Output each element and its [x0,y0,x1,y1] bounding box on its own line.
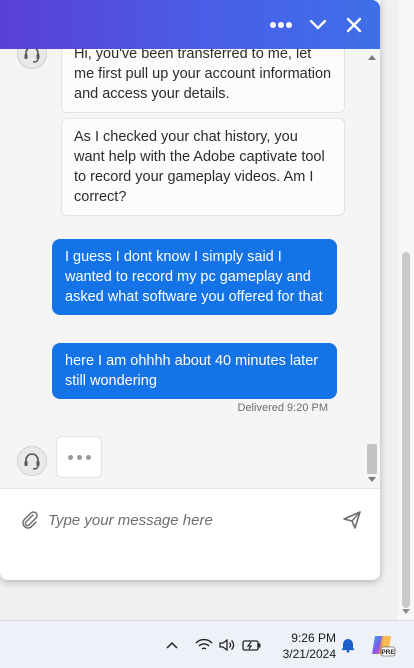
attach-button[interactable] [18,509,40,531]
minimize-button[interactable] [303,10,333,40]
close-button[interactable] [339,10,369,40]
agent-message: As I checked your chat history, you want… [61,118,345,216]
user-message: here I am ohhhh about 40 minutes later s… [52,343,337,399]
chat-widget: Hi, you've been transferred to me, let m… [0,0,380,580]
headset-icon [24,453,40,470]
volume-button[interactable] [217,635,237,655]
scroll-down-arrow[interactable] [368,477,376,482]
chevron-down-icon [309,19,327,30]
typing-dot [67,454,73,460]
typing-indicator [56,436,102,478]
message-input[interactable] [48,507,328,533]
clock-date: 3/21/2024 [282,647,336,661]
page-scrollbar-thumb[interactable] [402,252,410,608]
delivery-status: Delivered 9:20 PM [237,402,329,414]
chat-header [0,0,380,49]
agent-message: Hi, you've been transferred to me, let m… [61,49,345,113]
page-scroll-down-arrow[interactable] [402,609,410,614]
show-hidden-icons-button[interactable] [162,635,182,655]
more-icon [270,22,292,28]
typing-dot [76,454,82,460]
battery-icon [242,640,261,651]
message-scrollbar[interactable] [364,49,380,488]
scroll-up-arrow[interactable] [368,55,376,60]
paperclip-icon [22,511,38,529]
more-options-button[interactable] [266,10,296,40]
copilot-icon: PRE [372,636,395,657]
clock-time: 9:26 PM [291,631,336,645]
headset-icon [24,49,40,63]
speaker-icon [219,638,235,652]
copilot-button[interactable]: PRE [370,632,396,658]
message-list[interactable]: Hi, you've been transferred to me, let m… [0,49,380,488]
send-icon [343,511,361,529]
user-message: I guess I dont know I simply said I want… [52,239,337,315]
battery-button[interactable] [242,635,262,655]
taskbar: 9:26 PM 3/21/2024 PRE [0,620,414,668]
system-clock[interactable]: 9:26 PM 3/21/2024 [270,630,336,662]
bell-icon [342,639,354,653]
message-scrollbar-thumb[interactable] [367,444,377,474]
agent-avatar [17,446,47,476]
typing-dot [85,454,91,460]
copilot-badge: PRE [381,649,395,656]
agent-avatar [17,49,47,69]
page-scrollbar[interactable] [398,0,414,620]
close-icon [346,17,362,33]
message-composer [0,488,380,580]
notifications-button[interactable] [338,635,358,655]
send-button[interactable] [341,509,363,531]
chevron-up-icon [166,641,178,649]
wifi-icon [195,638,213,650]
network-button[interactable] [194,635,214,655]
